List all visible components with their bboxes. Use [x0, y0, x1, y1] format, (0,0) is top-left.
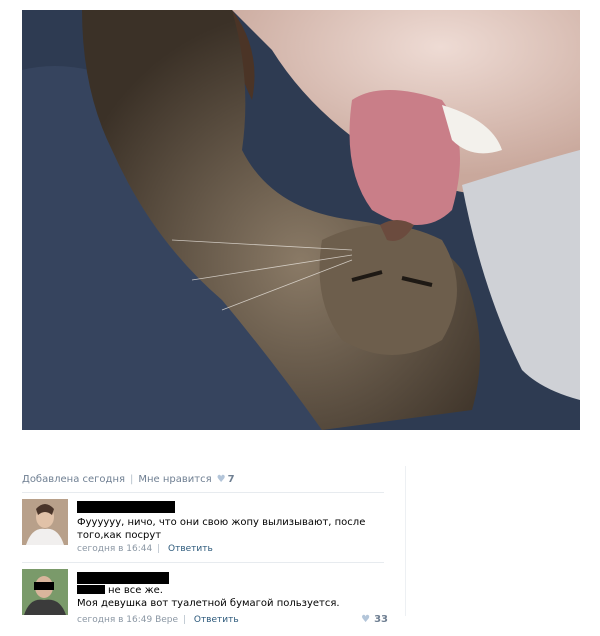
avatar[interactable]	[22, 569, 68, 615]
photo-image	[22, 10, 580, 430]
comment-likes[interactable]: ♥ 33	[361, 614, 388, 625]
comment-divider	[22, 492, 384, 493]
addressee-link[interactable]: Вере	[155, 615, 178, 625]
comment: Фууууyy, ничо, что они свою жопу вылизыв…	[22, 499, 388, 559]
comment-divider	[22, 562, 384, 563]
comment-text: Фууууyy, ничо, что они свою жопу вылизыв…	[77, 517, 366, 541]
comment-meta: сегодня в 16:49 Вере | Ответить	[77, 615, 239, 625]
comment-like-count: 33	[374, 614, 388, 625]
comment-text-line2: Моя девушка вот туалетной бумагой пользу…	[77, 598, 340, 609]
comment-text-line1: не все же.	[108, 585, 163, 596]
addressee-redacted[interactable]	[77, 585, 105, 594]
heart-icon[interactable]: ♥	[217, 474, 226, 485]
meta-separator: |	[157, 544, 161, 554]
post-photo[interactable]	[22, 10, 580, 430]
author-name-redacted[interactable]	[77, 501, 175, 513]
column-divider	[405, 466, 406, 616]
avatar[interactable]	[22, 499, 68, 545]
comment-time[interactable]: сегодня в 16:49	[77, 615, 152, 625]
reply-link[interactable]: Ответить	[168, 544, 213, 554]
comment: не все же. Моя девушка вот туалетной бум…	[22, 569, 388, 629]
post-meta: Добавлена сегодня | Мне нравится ♥ 7	[22, 471, 235, 487]
heart-icon[interactable]: ♥	[361, 614, 370, 625]
like-button[interactable]: Мне нравится	[138, 474, 211, 485]
like-count: 7	[227, 473, 235, 485]
comment-meta: сегодня в 16:44 | Ответить	[77, 544, 213, 554]
comment-time[interactable]: сегодня в 16:44	[77, 544, 152, 554]
reply-link[interactable]: Ответить	[194, 615, 239, 625]
author-name-redacted[interactable]	[77, 572, 169, 584]
meta-separator: |	[130, 473, 134, 485]
added-label: Добавлена сегодня	[22, 473, 125, 485]
meta-separator: |	[182, 615, 186, 625]
